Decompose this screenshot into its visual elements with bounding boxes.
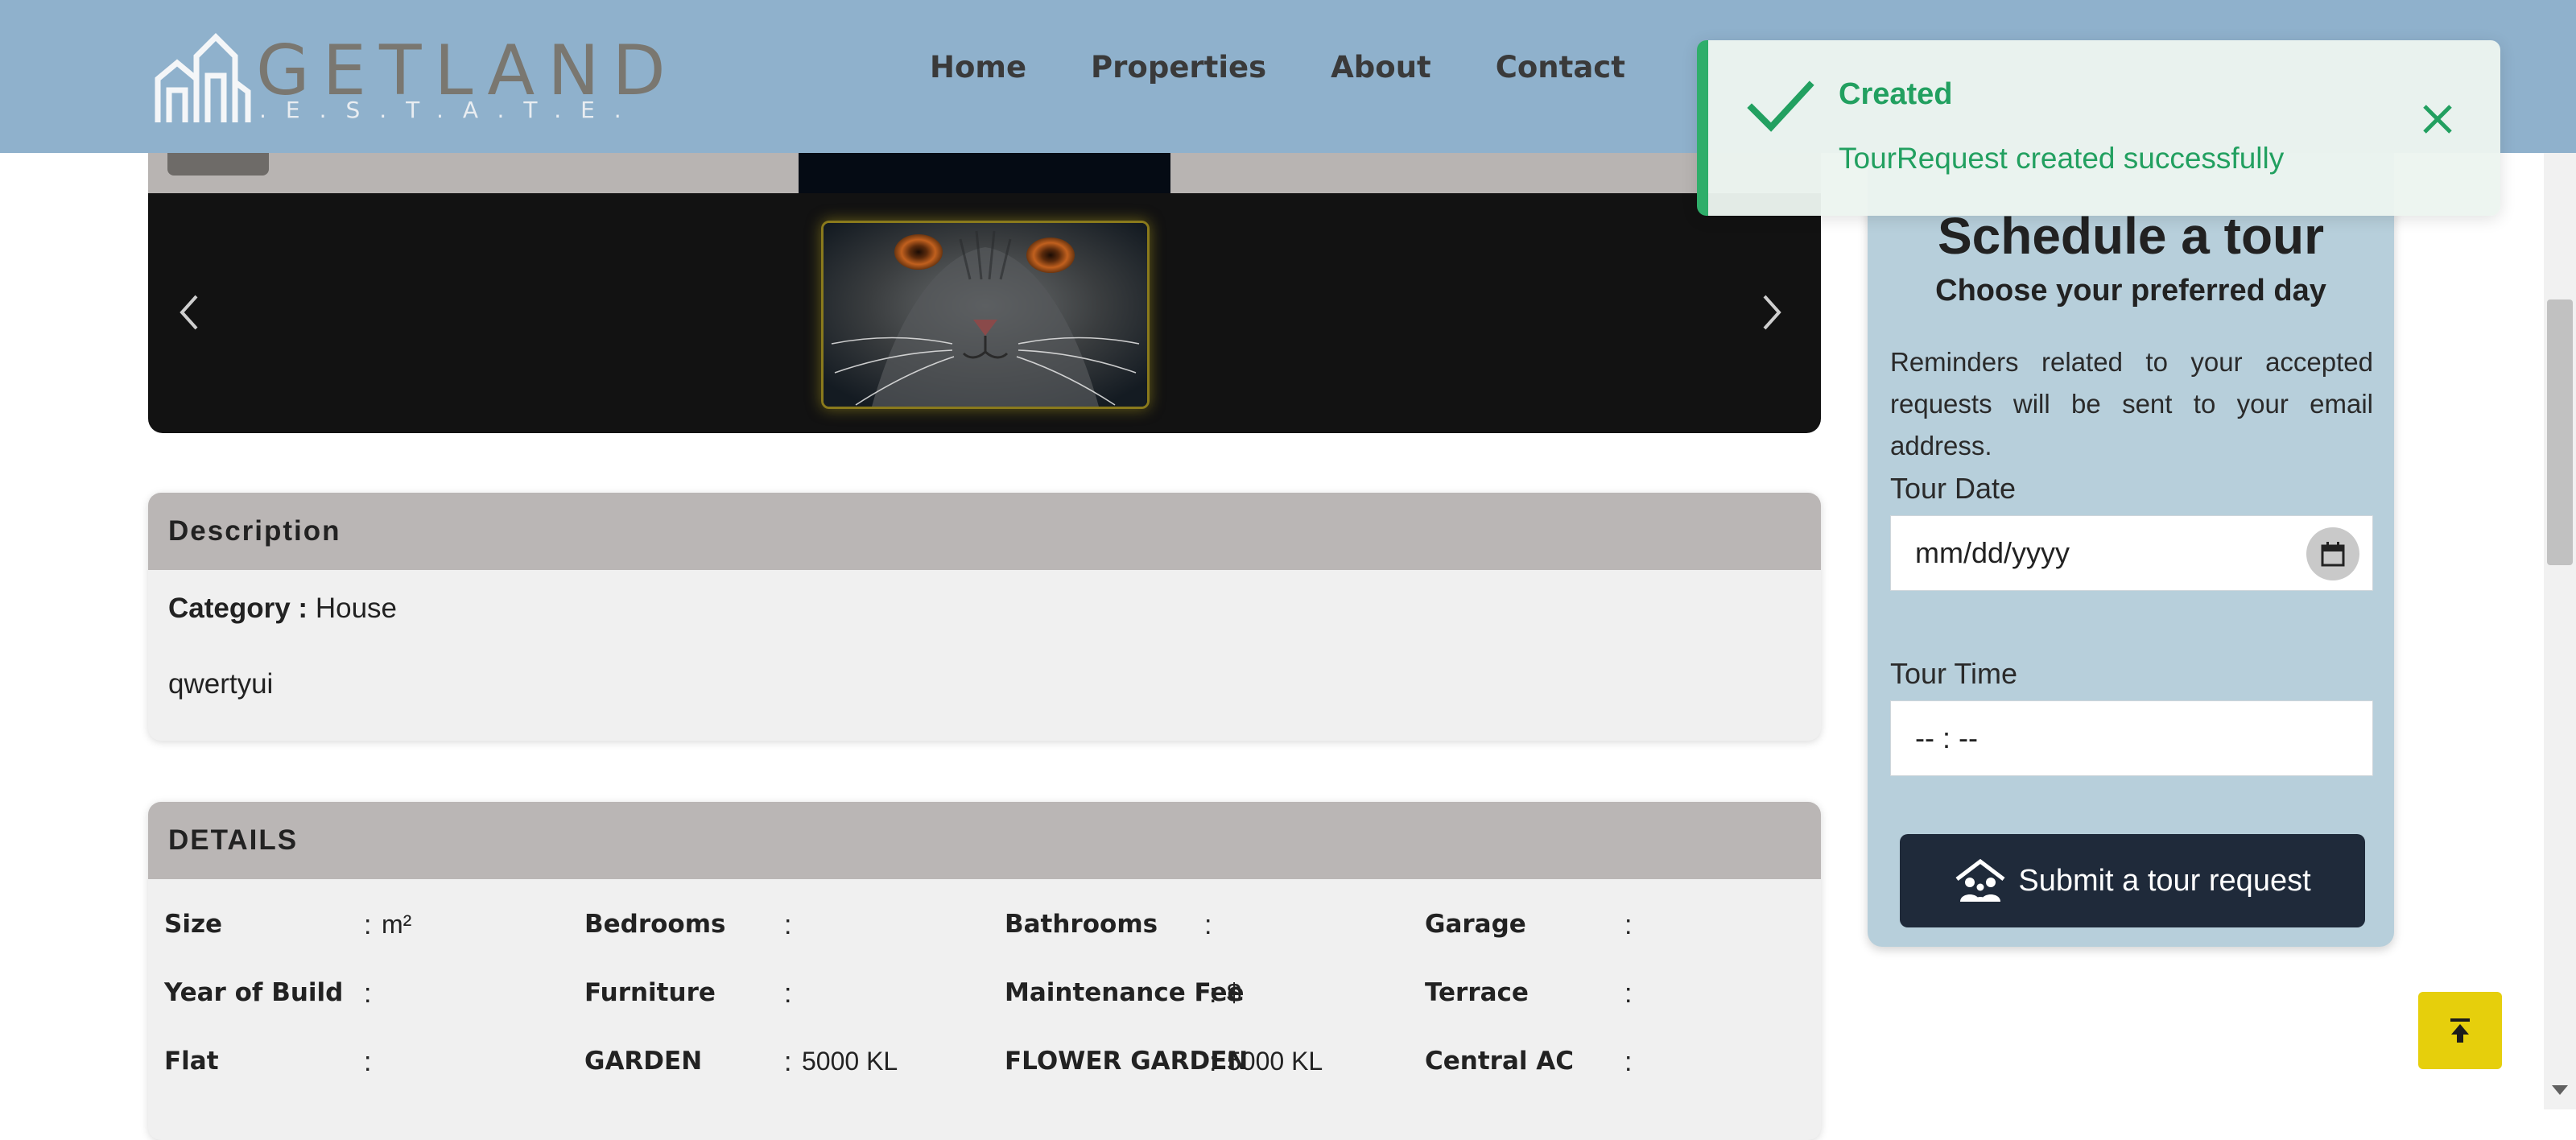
detail-value: 5000 KL: [1227, 1047, 1323, 1076]
scrollbar-thumb[interactable]: [2547, 299, 2573, 565]
detail-value: m²: [382, 910, 412, 939]
category-value: House: [315, 593, 397, 624]
submit-tour-button[interactable]: Submit a tour request: [1900, 834, 2365, 927]
detail-value: 5000 KL: [802, 1047, 898, 1076]
carousel-thumbnail[interactable]: [821, 221, 1150, 409]
category-line: Category : House: [168, 593, 1801, 625]
image-badge: [167, 153, 269, 176]
tour-date-placeholder: mm/dd/yyyy: [1915, 536, 2070, 569]
detail-colon: :: [1204, 910, 1212, 940]
tour-time-label: Tour Time: [1890, 657, 2018, 690]
description-body: Category : House qwertyui: [148, 570, 1821, 723]
building-logo-icon: [155, 33, 251, 122]
description-card: Description Category : House qwertyui: [148, 493, 1821, 741]
detail-label: Terrace: [1425, 978, 1529, 1007]
schedule-tour-panel: Schedule a tour Choose your preferred da…: [1868, 153, 2394, 947]
details-grid: Size : m² Bedrooms : Bathrooms : Garage …: [148, 879, 1821, 1129]
main-image-dark-area: [799, 153, 1170, 193]
details-heading: DETAILS: [148, 802, 1821, 879]
arrow-up-to-line-icon: [2450, 1018, 2470, 1043]
detail-label: GARDEN: [584, 1047, 703, 1076]
image-carousel: [148, 193, 1821, 433]
description-heading: Description: [148, 493, 1821, 570]
detail-colon: :: [1209, 1047, 1217, 1077]
chevron-left-icon[interactable]: [177, 293, 200, 332]
detail-label: Size: [164, 910, 223, 939]
tour-time-placeholder: -- : --: [1915, 721, 1978, 754]
logo-subtext: .E.S.T.A.T.E.: [259, 97, 641, 123]
main-image-strip: [148, 153, 1821, 193]
back-to-top-button[interactable]: [2418, 992, 2502, 1069]
toast-title: Created: [1839, 77, 1953, 111]
detail-value: $: [1227, 978, 1241, 1007]
tour-time-input[interactable]: -- : --: [1890, 700, 2373, 776]
detail-colon: :: [1624, 978, 1633, 1009]
detail-label: Central AC: [1425, 1047, 1575, 1076]
tour-note: Reminders related to your accepted reque…: [1890, 347, 2373, 461]
description-text: qwertyui: [168, 668, 274, 700]
scroll-down-arrow-icon[interactable]: [2550, 1082, 2570, 1098]
details-card: DETAILS Size : m² Bedrooms : Bathrooms :…: [148, 802, 1821, 1140]
detail-label: Bathrooms: [1005, 910, 1158, 939]
toast-message: TourRequest created successfully: [1839, 142, 2285, 175]
detail-label: Bedrooms: [584, 910, 726, 939]
detail-colon: :: [1624, 910, 1633, 940]
submit-tour-label: Submit a tour request: [2018, 863, 2311, 898]
nav-properties[interactable]: Properties: [1091, 50, 1266, 85]
cat-photo-image: [824, 223, 1147, 407]
logo[interactable]: GETLAND .E.S.T.A.T.E.: [153, 31, 666, 127]
chevron-right-icon[interactable]: [1761, 293, 1784, 332]
detail-label: Garage: [1425, 910, 1526, 939]
category-label: Category :: [168, 593, 308, 624]
main-nav: Home Properties About Contact: [930, 50, 1625, 85]
nav-about[interactable]: About: [1331, 50, 1431, 85]
detail-label: Furniture: [584, 978, 716, 1007]
family-house-icon: [1955, 858, 2005, 902]
nav-home[interactable]: Home: [930, 50, 1026, 85]
page-scrollbar[interactable]: [2544, 0, 2576, 1109]
tour-date-label: Tour Date: [1890, 472, 2017, 505]
detail-colon: :: [784, 978, 792, 1009]
check-icon: [1747, 81, 1814, 132]
close-icon[interactable]: [2421, 103, 2454, 135]
success-toast: Created TourRequest created successfully: [1697, 40, 2500, 216]
detail-colon: :: [364, 1047, 372, 1077]
detail-label: Year of Build: [164, 978, 344, 1007]
tour-subtitle: Choose your preferred day: [1935, 274, 2326, 308]
detail-colon: :: [784, 910, 792, 940]
detail-colon: :: [364, 910, 372, 940]
detail-label: Maintenance Fee: [1005, 978, 1245, 1007]
detail-colon: :: [1624, 1047, 1633, 1077]
tour-date-input[interactable]: mm/dd/yyyy: [1890, 515, 2373, 591]
nav-contact[interactable]: Contact: [1496, 50, 1625, 85]
detail-label: Flat: [164, 1047, 219, 1076]
calendar-icon[interactable]: [2306, 527, 2359, 580]
calendar-glyph-icon: [2321, 542, 2345, 567]
detail-colon: :: [364, 978, 372, 1009]
detail-colon: :: [1209, 978, 1217, 1009]
detail-colon: :: [784, 1047, 792, 1077]
